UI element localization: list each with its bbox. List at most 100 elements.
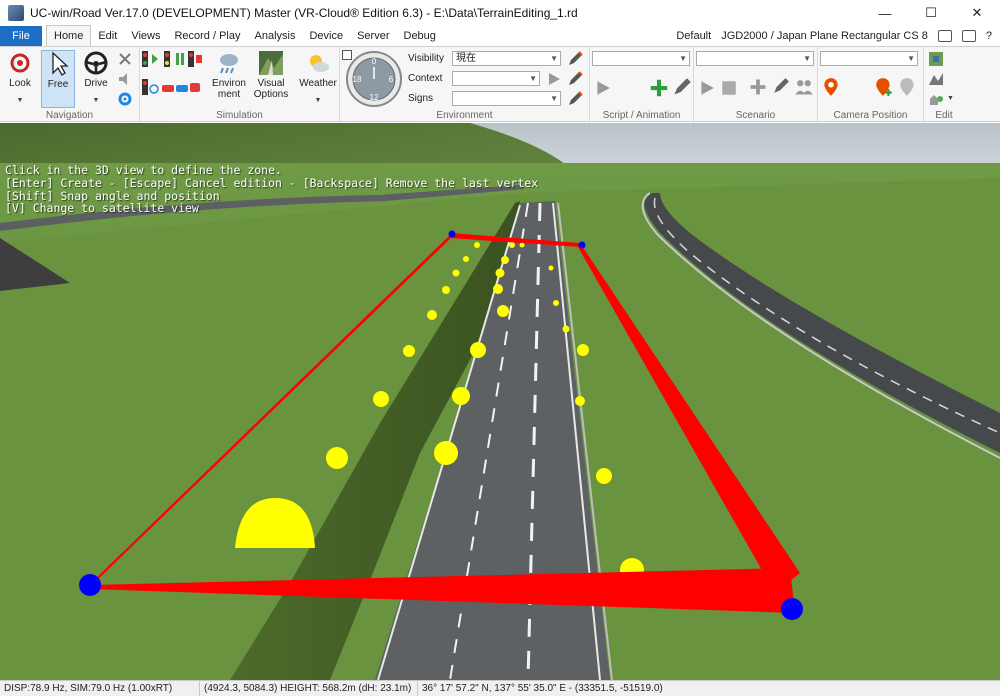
group-label-edit: Edit: [935, 110, 953, 121]
drive-button[interactable]: Drive ▼: [79, 50, 113, 106]
marker: [548, 265, 554, 271]
marker: [452, 387, 470, 405]
tab-server[interactable]: Server: [350, 26, 396, 46]
pencil-icon[interactable]: [772, 77, 790, 95]
status-bar: DISP:78.9 Hz, SIM:79.0 Hz (1.00xRT) (492…: [0, 680, 1000, 696]
tab-device[interactable]: Device: [302, 26, 350, 46]
svg-text:18: 18: [353, 75, 362, 84]
visibility-select[interactable]: 現在 ▼: [452, 51, 561, 66]
ribbon-tabs: File Home Edit Views Record / Play Analy…: [0, 25, 1000, 46]
house-tree-icon[interactable]: [928, 91, 944, 107]
marker: [463, 256, 469, 262]
group-simulation: Environ ment Visual Options Weather ▼ Si…: [140, 47, 340, 123]
add-icon[interactable]: [648, 77, 670, 99]
visual-options-button[interactable]: Visual Options: [254, 50, 288, 100]
camera-play-icon[interactable]: [822, 77, 840, 97]
group-navigation: Look ▼ Free Drive ▼ Navigation: [0, 47, 140, 123]
window-title: UC-win/Road Ver.17.0 (DEVELOPMENT) Maste…: [30, 6, 578, 20]
chevron-down-icon: ▼: [550, 54, 558, 63]
edit-location-icon[interactable]: [898, 77, 918, 97]
chevron-down-icon: ▼: [907, 54, 915, 63]
visibility-label: Visibility: [408, 53, 444, 64]
title-bar: UC-win/Road Ver.17.0 (DEVELOPMENT) Maste…: [0, 0, 1000, 26]
tab-views[interactable]: Views: [124, 26, 167, 46]
help-icon[interactable]: ?: [986, 30, 992, 42]
svg-text:12: 12: [370, 93, 379, 102]
scenario-select[interactable]: ▼: [696, 51, 814, 66]
free-button[interactable]: Free: [41, 50, 75, 108]
marker: [442, 286, 450, 294]
vertex: [79, 574, 101, 596]
group-environment: 0 6 12 18 Visibility 現在 ▼ Context ▼ Signs…: [340, 47, 590, 123]
group-label-camera-position: Camera Position: [833, 110, 908, 121]
context-label: Context: [408, 73, 443, 84]
pencil-icon[interactable]: [567, 91, 583, 107]
group-script-animation: ▼ Script / Animation: [590, 47, 694, 123]
group-label-navigation: Navigation: [45, 110, 94, 121]
marker: [403, 345, 415, 357]
context-select[interactable]: ▼: [452, 71, 540, 86]
marker: [495, 268, 505, 278]
profile-label[interactable]: Default: [676, 30, 711, 42]
chevron-down-icon: ▼: [529, 74, 537, 83]
tab-home[interactable]: Home: [46, 25, 92, 46]
tab-analysis[interactable]: Analysis: [248, 26, 303, 46]
gear-icon[interactable]: [117, 91, 133, 107]
scale-icon[interactable]: [117, 51, 133, 67]
look-icon: [10, 53, 30, 73]
marker: [493, 284, 503, 294]
3d-viewport[interactable]: Click in the 3D view to define the zone.…: [0, 123, 1000, 680]
group-label-simulation: Simulation: [216, 110, 263, 121]
marker: [519, 242, 525, 248]
marker: [470, 342, 486, 358]
add-icon[interactable]: [748, 77, 768, 97]
terrain-icon[interactable]: [928, 71, 944, 87]
minimize-button[interactable]: —: [862, 0, 908, 26]
add-location-icon[interactable]: [874, 77, 894, 97]
pencil-icon[interactable]: [567, 51, 583, 67]
tab-debug[interactable]: Debug: [397, 26, 443, 46]
script-select[interactable]: ▼: [592, 51, 690, 66]
status-position: (4924.3, 5084.3) HEIGHT: 568.2m (dH: 23.…: [200, 680, 418, 696]
instruction-line: [Enter] Create - [Escape] Cancel edition…: [5, 175, 539, 190]
pencil-icon[interactable]: [672, 77, 692, 97]
play-icon[interactable]: [594, 79, 612, 97]
speaker-icon[interactable]: [117, 71, 133, 87]
tab-record-play[interactable]: Record / Play: [167, 26, 247, 46]
map-icon[interactable]: [928, 51, 944, 67]
marker: [427, 310, 437, 320]
marker: [575, 396, 585, 406]
signs-select[interactable]: ▼: [452, 91, 561, 106]
play-context-icon[interactable]: [546, 71, 562, 87]
camera-position-select[interactable]: ▼: [820, 51, 918, 66]
tab-file[interactable]: File: [0, 26, 42, 46]
status-latlon: 36° 17' 57.2" N, 137° 55' 35.0" E - (333…: [422, 683, 663, 694]
tab-edit[interactable]: Edit: [91, 26, 124, 46]
save-icon[interactable]: [961, 30, 976, 42]
svg-text:6: 6: [389, 75, 394, 84]
play-icon[interactable]: [698, 79, 716, 97]
marker: [434, 441, 458, 465]
traffic-lights-icon[interactable]: [142, 51, 202, 67]
maximize-button[interactable]: ☐: [908, 0, 954, 26]
stop-icon[interactable]: [720, 79, 738, 97]
signs-label: Signs: [408, 93, 434, 104]
weather-button[interactable]: Weather ▼: [298, 50, 338, 106]
environment-button[interactable]: Environ ment: [212, 50, 246, 100]
pencil-icon[interactable]: [567, 71, 583, 87]
clock-icon[interactable]: 0 6 12 18: [345, 50, 403, 108]
look-button[interactable]: Look ▼: [3, 50, 37, 106]
marker: [596, 468, 612, 484]
marker: [474, 242, 480, 248]
group-label-script-animation: Script / Animation: [602, 110, 681, 121]
crs-label[interactable]: JGD2000 / Japan Plane Rectangular CS 8: [721, 30, 928, 42]
cursor-icon: [52, 51, 69, 76]
close-button[interactable]: ✕: [954, 0, 1000, 26]
group-scenario: ▼ Scenario: [694, 47, 818, 123]
viewport-instructions: Click in the 3D view to define the zone.…: [5, 164, 538, 215]
marker: [497, 305, 509, 317]
chat-icon[interactable]: [937, 30, 952, 42]
vehicles-icon[interactable]: [142, 79, 202, 95]
people-icon[interactable]: [794, 77, 814, 97]
chevron-down-icon: ▼: [679, 54, 687, 63]
